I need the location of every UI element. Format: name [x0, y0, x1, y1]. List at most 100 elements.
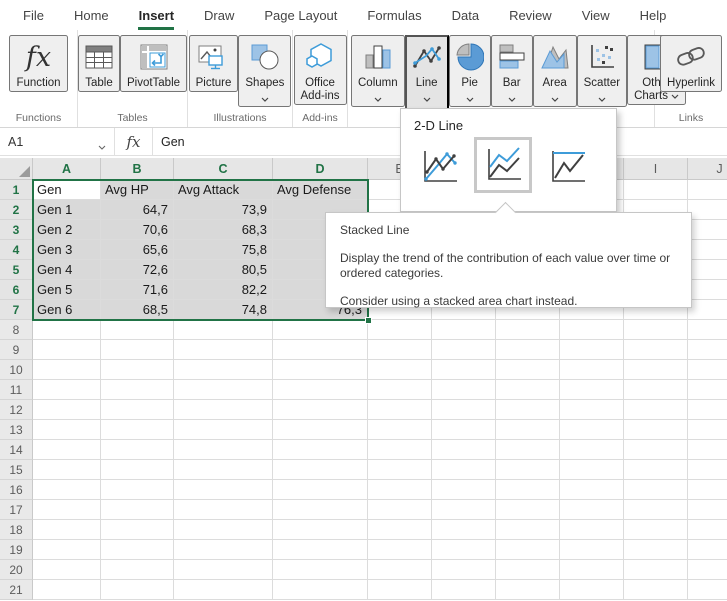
- cell-C21[interactable]: [174, 580, 273, 600]
- cell-A19[interactable]: [33, 540, 101, 560]
- cell-G18[interactable]: [496, 520, 560, 540]
- cell-J20[interactable]: [688, 560, 727, 580]
- column-header-C[interactable]: C: [174, 158, 273, 180]
- cell-E15[interactable]: [368, 460, 432, 480]
- cell-H11[interactable]: [560, 380, 624, 400]
- cell-I11[interactable]: [624, 380, 688, 400]
- area-chart-button[interactable]: Area: [533, 35, 577, 107]
- tab-formulas[interactable]: Formulas: [352, 0, 436, 30]
- cell-G11[interactable]: [496, 380, 560, 400]
- cell-I1[interactable]: [624, 180, 688, 200]
- row-header-4[interactable]: 4: [0, 240, 33, 260]
- cell-D14[interactable]: [273, 440, 368, 460]
- cell-B17[interactable]: [101, 500, 174, 520]
- row-header-10[interactable]: 10: [0, 360, 33, 380]
- cell-C6[interactable]: 82,2: [174, 280, 273, 300]
- cell-E11[interactable]: [368, 380, 432, 400]
- cell-D9[interactable]: [273, 340, 368, 360]
- row-header-7[interactable]: 7: [0, 300, 33, 320]
- column-header-A[interactable]: A: [33, 158, 101, 180]
- cell-H12[interactable]: [560, 400, 624, 420]
- cell-C16[interactable]: [174, 480, 273, 500]
- cell-D17[interactable]: [273, 500, 368, 520]
- cell-C18[interactable]: [174, 520, 273, 540]
- cell-F15[interactable]: [432, 460, 496, 480]
- cell-I20[interactable]: [624, 560, 688, 580]
- cell-J19[interactable]: [688, 540, 727, 560]
- cell-A9[interactable]: [33, 340, 101, 360]
- cell-I10[interactable]: [624, 360, 688, 380]
- cell-J13[interactable]: [688, 420, 727, 440]
- row-header-16[interactable]: 16: [0, 480, 33, 500]
- cell-I12[interactable]: [624, 400, 688, 420]
- cell-C17[interactable]: [174, 500, 273, 520]
- cell-J15[interactable]: [688, 460, 727, 480]
- cell-F8[interactable]: [432, 320, 496, 340]
- cell-I8[interactable]: [624, 320, 688, 340]
- cell-C11[interactable]: [174, 380, 273, 400]
- cell-C14[interactable]: [174, 440, 273, 460]
- cell-J9[interactable]: [688, 340, 727, 360]
- cell-E9[interactable]: [368, 340, 432, 360]
- row-header-3[interactable]: 3: [0, 220, 33, 240]
- cell-A15[interactable]: [33, 460, 101, 480]
- cell-A8[interactable]: [33, 320, 101, 340]
- cell-H16[interactable]: [560, 480, 624, 500]
- cell-H17[interactable]: [560, 500, 624, 520]
- cell-B5[interactable]: 72,6: [101, 260, 174, 280]
- cell-G19[interactable]: [496, 540, 560, 560]
- cell-F14[interactable]: [432, 440, 496, 460]
- cell-A21[interactable]: [33, 580, 101, 600]
- cell-I19[interactable]: [624, 540, 688, 560]
- select-all-corner[interactable]: [0, 158, 33, 180]
- cell-F19[interactable]: [432, 540, 496, 560]
- cell-G9[interactable]: [496, 340, 560, 360]
- cell-A7[interactable]: Gen 6: [33, 300, 101, 320]
- cell-G21[interactable]: [496, 580, 560, 600]
- cell-C4[interactable]: 75,8: [174, 240, 273, 260]
- pie-chart-button[interactable]: Pie: [449, 35, 491, 107]
- cell-B16[interactable]: [101, 480, 174, 500]
- cell-C7[interactable]: 74,8: [174, 300, 273, 320]
- cell-E18[interactable]: [368, 520, 432, 540]
- cell-I14[interactable]: [624, 440, 688, 460]
- cell-B1[interactable]: Avg HP: [101, 180, 174, 200]
- cell-C15[interactable]: [174, 460, 273, 480]
- row-header-19[interactable]: 19: [0, 540, 33, 560]
- cell-B9[interactable]: [101, 340, 174, 360]
- row-header-2[interactable]: 2: [0, 200, 33, 220]
- row-header-18[interactable]: 18: [0, 520, 33, 540]
- cell-C9[interactable]: [174, 340, 273, 360]
- cell-I18[interactable]: [624, 520, 688, 540]
- tab-insert[interactable]: Insert: [124, 0, 189, 30]
- column-header-I[interactable]: I: [624, 158, 688, 180]
- cell-C20[interactable]: [174, 560, 273, 580]
- cell-B11[interactable]: [101, 380, 174, 400]
- cell-E8[interactable]: [368, 320, 432, 340]
- hyperlink-button[interactable]: Hyperlink: [660, 35, 722, 92]
- insert-function-fx-button[interactable]: fx: [115, 128, 153, 155]
- cell-F12[interactable]: [432, 400, 496, 420]
- option-100-stacked-line-icon[interactable]: [542, 144, 592, 190]
- cell-C1[interactable]: Avg Attack: [174, 180, 273, 200]
- cell-A11[interactable]: [33, 380, 101, 400]
- cell-F10[interactable]: [432, 360, 496, 380]
- cell-H18[interactable]: [560, 520, 624, 540]
- cell-G10[interactable]: [496, 360, 560, 380]
- cell-C2[interactable]: 73,9: [174, 200, 273, 220]
- cell-F11[interactable]: [432, 380, 496, 400]
- cell-A10[interactable]: [33, 360, 101, 380]
- cell-D8[interactable]: [273, 320, 368, 340]
- row-header-17[interactable]: 17: [0, 500, 33, 520]
- cell-F13[interactable]: [432, 420, 496, 440]
- cell-C13[interactable]: [174, 420, 273, 440]
- cell-C19[interactable]: [174, 540, 273, 560]
- cell-H20[interactable]: [560, 560, 624, 580]
- cell-E21[interactable]: [368, 580, 432, 600]
- cell-F21[interactable]: [432, 580, 496, 600]
- row-header-5[interactable]: 5: [0, 260, 33, 280]
- office-add-ins-button[interactable]: OfficeAdd-ins: [294, 35, 347, 105]
- cell-B15[interactable]: [101, 460, 174, 480]
- cell-B18[interactable]: [101, 520, 174, 540]
- cell-I15[interactable]: [624, 460, 688, 480]
